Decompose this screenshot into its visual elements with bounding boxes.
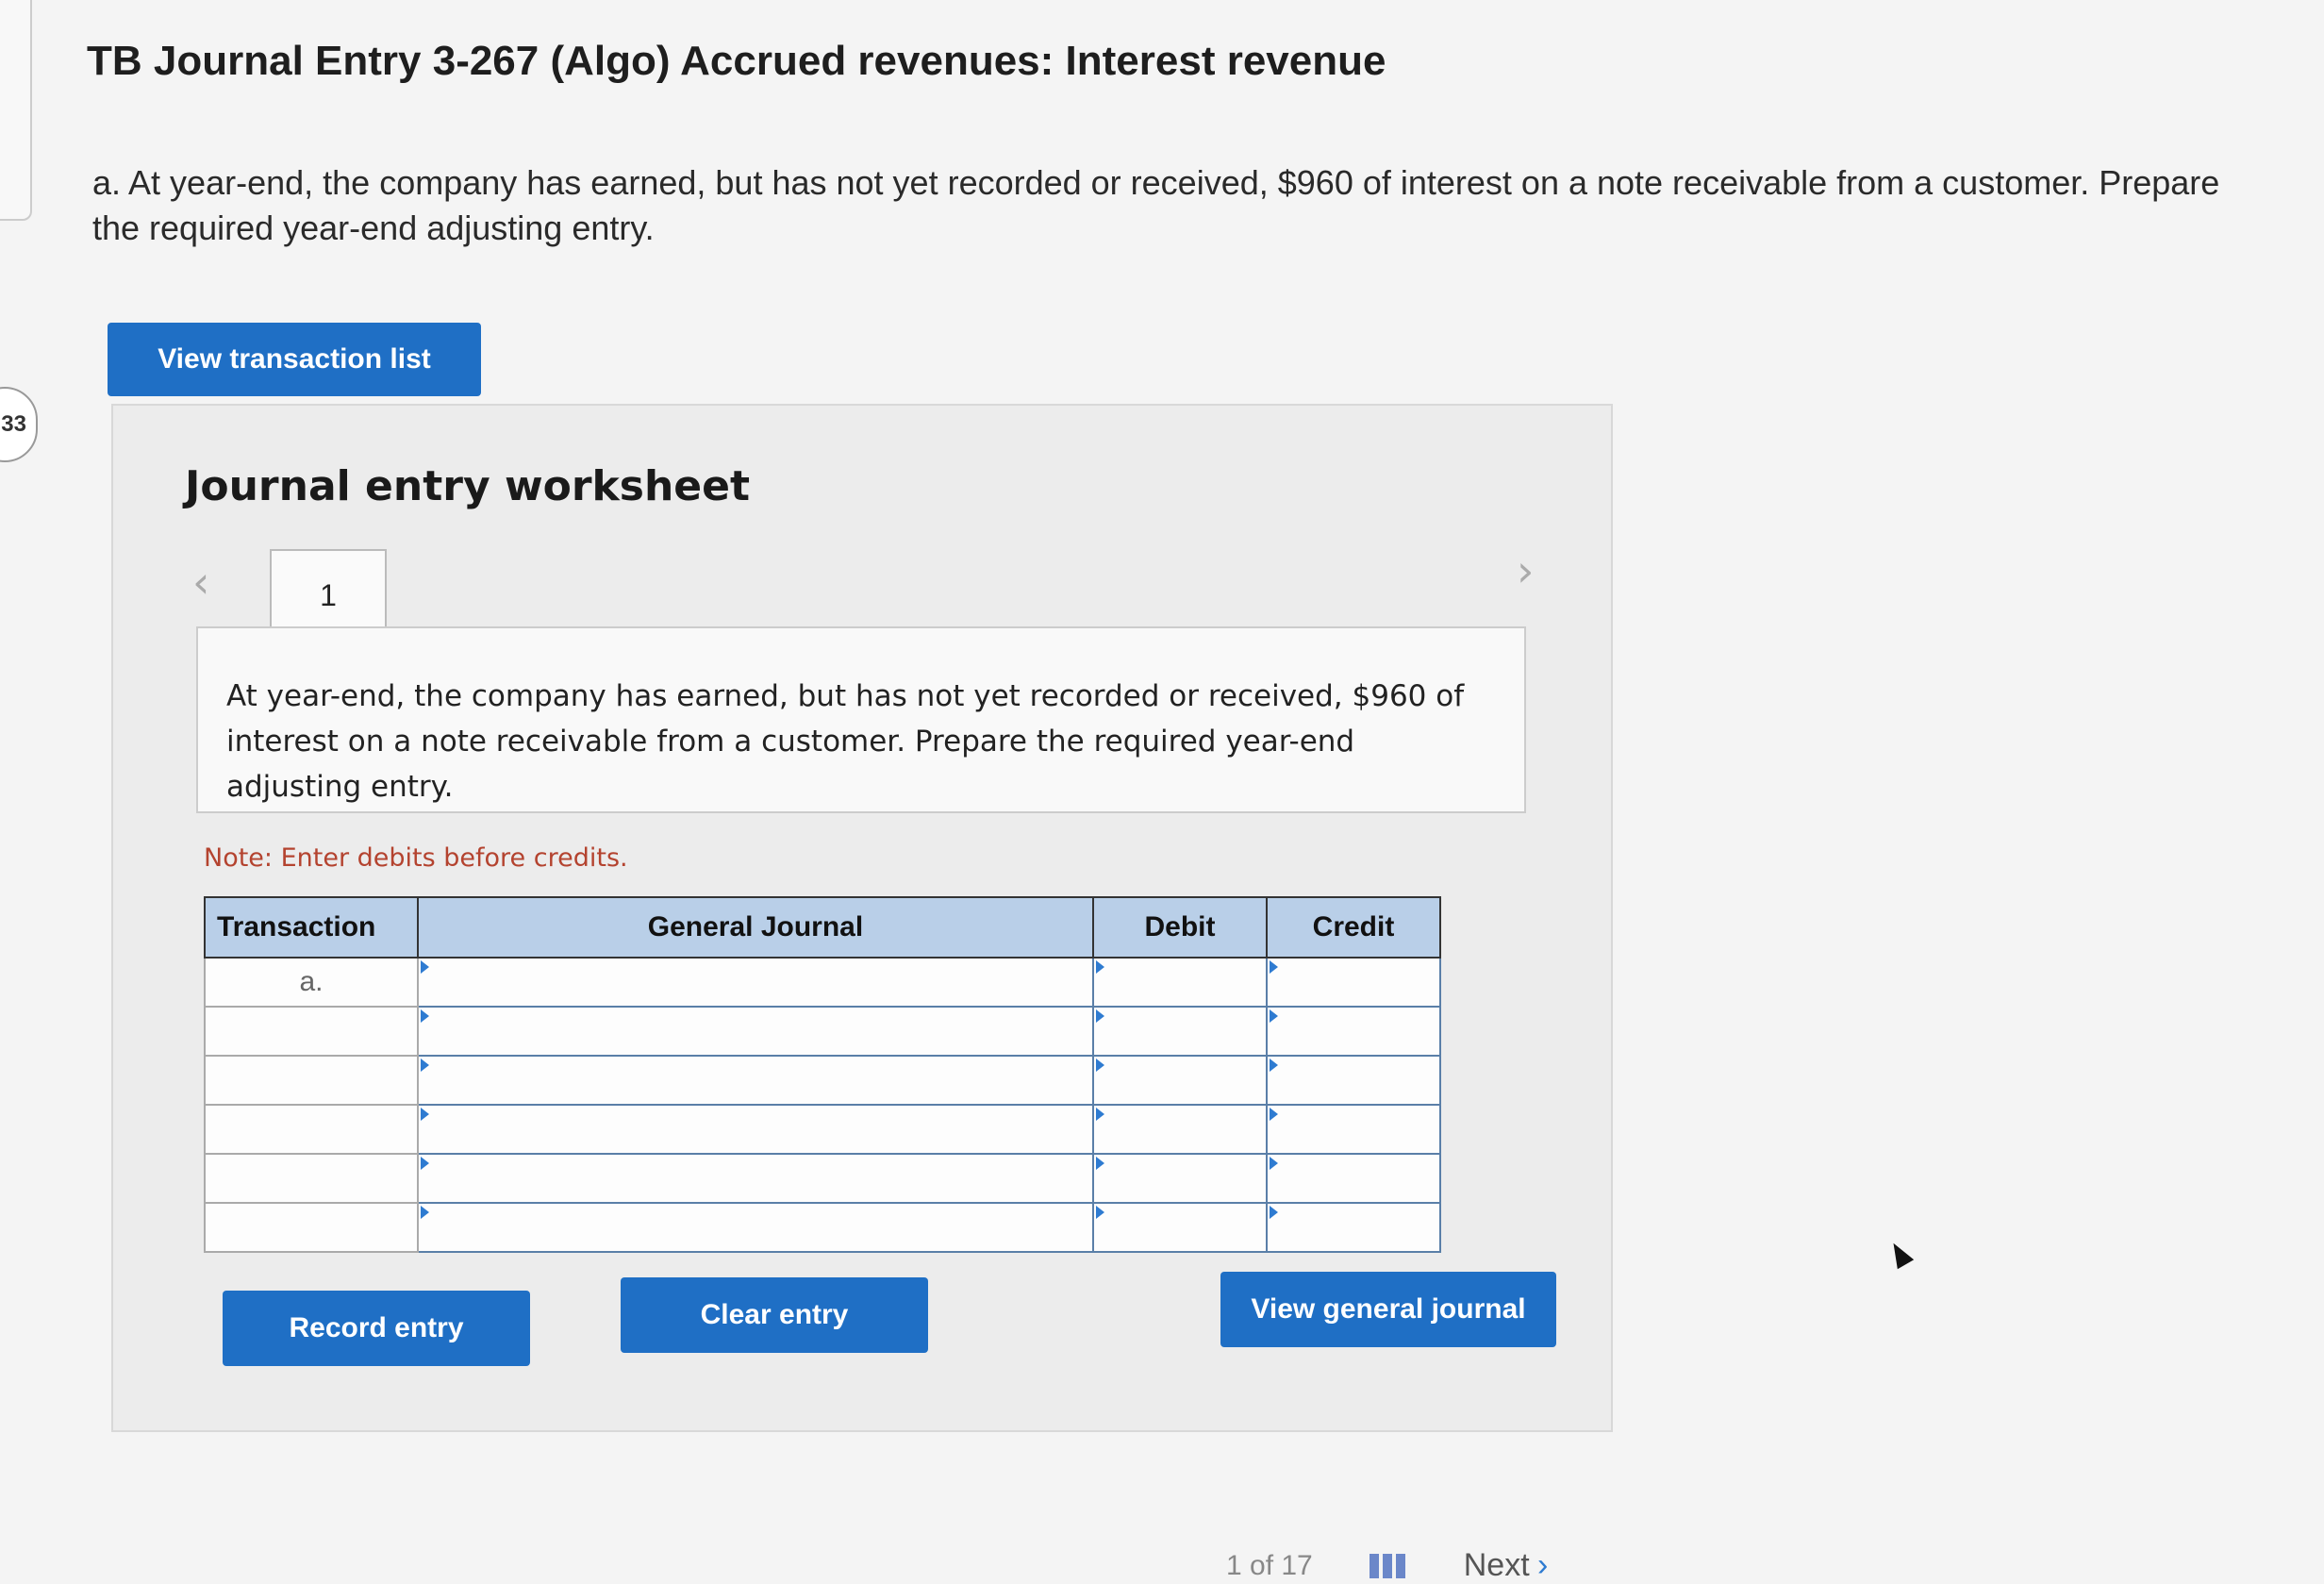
table-row	[204, 1006, 1441, 1057]
pagination-footer: 1 of 17 Next ›	[1226, 1547, 1548, 1584]
chevron-right-icon[interactable]: ›	[1517, 545, 1534, 596]
general-journal-input[interactable]	[417, 1153, 1094, 1204]
question-number-badge[interactable]: 33	[0, 387, 38, 462]
record-entry-button[interactable]: Record entry	[223, 1291, 530, 1366]
worksheet-description: At year-end, the company has earned, but…	[196, 626, 1526, 813]
table-row: a.	[204, 957, 1441, 1008]
general-journal-input[interactable]	[417, 1202, 1094, 1253]
clear-entry-button[interactable]: Clear entry	[621, 1277, 928, 1353]
general-journal-input[interactable]	[417, 1006, 1094, 1057]
page-title: TB Journal Entry 3-267 (Algo) Accrued re…	[87, 38, 1386, 84]
debit-input[interactable]	[1092, 1006, 1268, 1057]
table-row	[204, 1104, 1441, 1155]
column-header-transaction: Transaction	[204, 896, 419, 959]
view-general-journal-button[interactable]: View general journal	[1220, 1272, 1556, 1347]
chevron-right-icon[interactable]: ›	[1537, 1547, 1548, 1583]
column-header-credit: Credit	[1266, 896, 1441, 959]
chevron-left-icon[interactable]: ‹	[192, 557, 209, 608]
column-header-general-journal: General Journal	[417, 896, 1094, 959]
table-row	[204, 1202, 1441, 1253]
transaction-cell	[204, 1104, 419, 1155]
mouse-cursor-icon	[1884, 1238, 1915, 1270]
question-text: a. At year-end, the company has earned, …	[92, 163, 2220, 247]
general-journal-input[interactable]	[417, 1055, 1094, 1106]
debit-input[interactable]	[1092, 1104, 1268, 1155]
credit-input[interactable]	[1266, 957, 1441, 1008]
journal-entry-worksheet: Journal entry worksheet ‹ 1 › At year-en…	[111, 404, 1613, 1432]
transaction-cell	[204, 1006, 419, 1057]
worksheet-title: Journal entry worksheet	[185, 462, 751, 510]
transaction-cell	[204, 1153, 419, 1204]
column-header-debit: Debit	[1092, 896, 1268, 959]
general-journal-input[interactable]	[417, 1104, 1094, 1155]
table-row	[204, 1153, 1441, 1204]
credit-input[interactable]	[1266, 1104, 1441, 1155]
page-indicator: 1 of 17	[1226, 1549, 1313, 1581]
left-panel-edge	[0, 0, 32, 221]
grid-icon[interactable]	[1369, 1553, 1407, 1578]
view-transaction-list-button[interactable]: View transaction list	[108, 323, 481, 396]
transaction-cell	[204, 1202, 419, 1253]
debit-input[interactable]	[1092, 957, 1268, 1008]
table-row	[204, 1055, 1441, 1106]
worksheet-note: Note: Enter debits before credits.	[204, 843, 628, 873]
credit-input[interactable]	[1266, 1055, 1441, 1106]
transaction-cell: a.	[204, 957, 419, 1008]
credit-input[interactable]	[1266, 1202, 1441, 1253]
next-button[interactable]: Next	[1464, 1547, 1530, 1583]
credit-input[interactable]	[1266, 1153, 1441, 1204]
credit-input[interactable]	[1266, 1006, 1441, 1057]
debit-input[interactable]	[1092, 1153, 1268, 1204]
general-journal-input[interactable]	[417, 957, 1094, 1008]
journal-table: Transaction General Journal Debit Credit…	[204, 896, 1441, 1253]
transaction-cell	[204, 1055, 419, 1106]
debit-input[interactable]	[1092, 1055, 1268, 1106]
debit-input[interactable]	[1092, 1202, 1268, 1253]
